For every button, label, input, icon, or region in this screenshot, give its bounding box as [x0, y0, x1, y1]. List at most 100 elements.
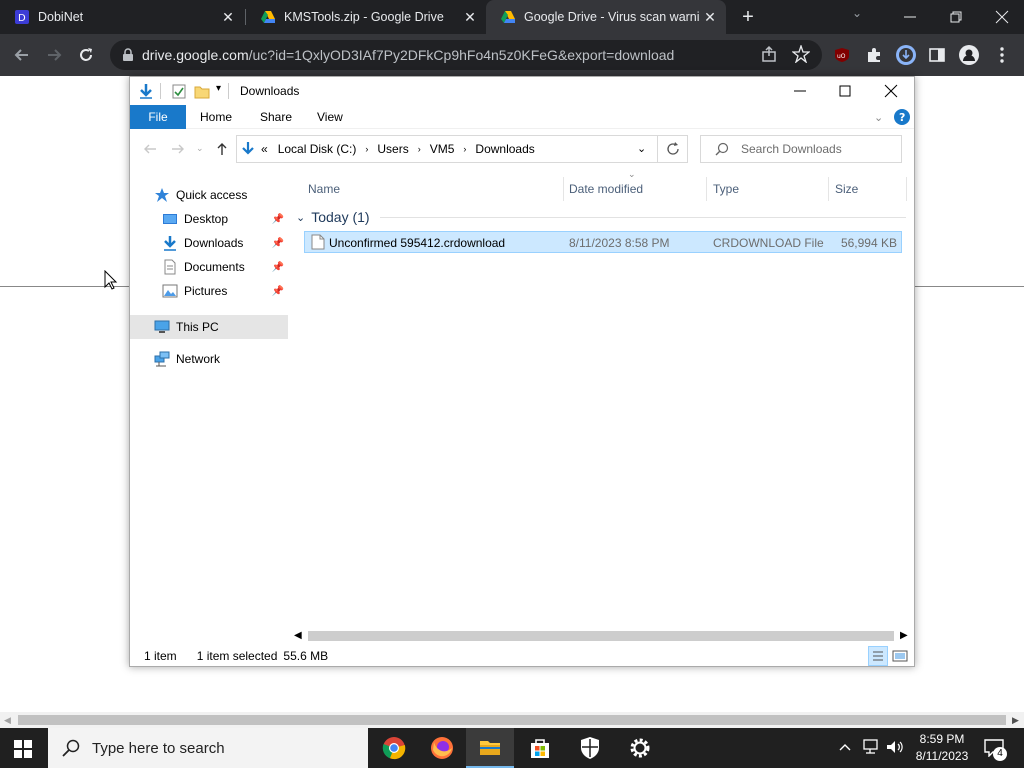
tab-share[interactable]: Share	[246, 105, 306, 129]
nav-downloads[interactable]: Downloads 📌	[130, 231, 288, 255]
scrollbar-thumb[interactable]	[18, 715, 1006, 725]
details-view-icon[interactable]	[868, 646, 888, 666]
nav-this-pc[interactable]: This PC	[130, 315, 288, 339]
windows-security-icon[interactable]	[566, 728, 614, 768]
up-arrow-icon[interactable]	[214, 141, 230, 157]
tab-file[interactable]: File	[130, 105, 186, 129]
lock-icon[interactable]	[110, 48, 142, 62]
nav-label: Network	[176, 352, 221, 366]
reload-icon[interactable]	[74, 43, 98, 67]
breadcrumb-vm5[interactable]: VM5	[430, 142, 455, 156]
scroll-left-icon[interactable]: ◀	[4, 715, 11, 726]
minimize-icon[interactable]	[788, 79, 812, 103]
breadcrumb-downloads[interactable]: Downloads	[475, 142, 534, 156]
search-box[interactable]: Search Downloads	[700, 135, 902, 163]
tab-kmstools-drive[interactable]: KMSTools.zip - Google Drive ✕	[246, 0, 486, 34]
scroll-left-icon[interactable]: ◀	[294, 630, 302, 641]
volume-icon[interactable]	[886, 739, 904, 755]
documents-icon	[162, 259, 178, 275]
firefox-icon[interactable]	[418, 728, 466, 768]
breadcrumb-users[interactable]: Users	[377, 142, 408, 156]
new-folder-icon[interactable]	[194, 83, 210, 99]
tab-view[interactable]: View	[303, 105, 357, 129]
tab-close-button[interactable]: ✕	[218, 9, 238, 26]
breadcrumb-chevron-icon[interactable]: ›	[418, 144, 421, 154]
address-bar[interactable]: drive.google.com/uc?id=1QxlyOD3IAf7Py2DF…	[110, 40, 822, 70]
scroll-right-icon[interactable]: ▶	[1012, 715, 1019, 726]
tab-close-button[interactable]: ✕	[460, 9, 480, 26]
chrome-icon[interactable]	[370, 728, 418, 768]
taskbar-search-box[interactable]: Type here to search	[48, 728, 368, 768]
new-tab-button[interactable]: +	[736, 5, 760, 29]
recent-locations-chevron-icon[interactable]: ⌄	[196, 143, 204, 154]
tab-home[interactable]: Home	[186, 105, 246, 129]
pin-icon[interactable]: 📌	[272, 238, 284, 249]
windows-start-icon[interactable]	[14, 740, 32, 758]
nav-network[interactable]: Network	[130, 347, 288, 371]
minimize-icon[interactable]	[898, 5, 922, 29]
scrollbar-thumb[interactable]	[308, 631, 894, 641]
ublock-origin-icon[interactable]: uO	[834, 47, 850, 63]
tab-search-chevron-icon[interactable]: ⌄	[852, 6, 862, 20]
horizontal-scrollbar[interactable]: ◀ ▶	[292, 628, 914, 644]
breadcrumb-local-disk[interactable]: Local Disk (C:)	[278, 142, 357, 156]
url-host: drive.google.com	[142, 47, 249, 63]
pin-icon[interactable]: 📌	[272, 262, 284, 273]
column-header-type[interactable]: Type	[707, 177, 829, 201]
breadcrumb-chevron-icon[interactable]: ›	[365, 144, 368, 154]
clock[interactable]: 8:59 PM 8/11/2023	[906, 731, 978, 765]
share-icon[interactable]	[760, 45, 778, 63]
group-header-today[interactable]: ⌄ Today (1)	[296, 207, 906, 227]
forward-arrow-icon[interactable]	[170, 141, 186, 157]
column-header-name[interactable]: Name	[302, 177, 564, 201]
extensions-puzzle-icon[interactable]	[866, 47, 882, 63]
nav-desktop[interactable]: Desktop 📌	[130, 207, 288, 231]
tab-virus-scan-warning[interactable]: Google Drive - Virus scan warning ✕	[486, 0, 726, 34]
help-icon[interactable]: ?	[894, 109, 910, 125]
svg-text:D: D	[18, 13, 26, 24]
clock-date: 8/11/2023	[915, 749, 969, 763]
pin-icon[interactable]: 📌	[272, 286, 284, 297]
group-collapse-chevron-icon[interactable]: ⌄	[296, 211, 305, 224]
file-explorer-taskbar-icon[interactable]	[466, 728, 514, 768]
settings-gear-icon[interactable]	[616, 728, 664, 768]
refresh-icon[interactable]	[665, 141, 681, 157]
kebab-menu-icon[interactable]	[994, 45, 1010, 65]
network-tray-icon[interactable]	[862, 739, 880, 755]
restore-icon[interactable]	[944, 5, 968, 29]
download-icon[interactable]	[895, 44, 917, 66]
microsoft-store-icon[interactable]	[516, 728, 564, 768]
expand-ribbon-chevron-icon[interactable]: ⌄	[874, 111, 883, 124]
address-history-chevron-icon[interactable]: ⌄	[637, 142, 646, 155]
downloads-arrow-icon	[162, 235, 178, 251]
column-header-size[interactable]: Size	[829, 177, 907, 201]
back-arrow-icon[interactable]	[142, 141, 158, 157]
pin-icon[interactable]: 📌	[272, 214, 284, 225]
properties-check-icon[interactable]	[172, 83, 186, 99]
breadcrumb-overflow[interactable]: «	[261, 142, 268, 156]
nav-documents[interactable]: Documents 📌	[130, 255, 288, 279]
forward-arrow-icon[interactable]	[42, 43, 66, 67]
tab-dobinet[interactable]: D DobiNet ✕	[0, 0, 244, 34]
nav-pictures[interactable]: Pictures 📌	[130, 279, 288, 303]
qat-dropdown-icon[interactable]: ▾	[216, 83, 221, 94]
show-hidden-icons-chevron-icon[interactable]	[838, 740, 852, 754]
breadcrumb-chevron-icon[interactable]: ›	[463, 144, 466, 154]
file-row-selected[interactable]: Unconfirmed 595412.crdownload 8/11/2023 …	[304, 231, 902, 253]
profile-avatar-icon[interactable]	[959, 45, 979, 65]
scroll-right-icon[interactable]: ▶	[900, 630, 908, 641]
column-header-date[interactable]: Date modified	[563, 177, 707, 201]
side-panel-icon[interactable]	[929, 47, 945, 63]
close-icon[interactable]	[879, 79, 903, 103]
nav-label: Desktop	[184, 212, 229, 226]
back-arrow-icon[interactable]	[10, 43, 34, 67]
breadcrumb-address-bar[interactable]: « Local Disk (C:) › Users › VM5 › Downlo…	[236, 135, 688, 163]
nav-quick-access[interactable]: Quick access	[130, 183, 288, 207]
bookmark-star-icon[interactable]	[792, 45, 810, 63]
page-horizontal-scrollbar[interactable]: ◀ ▶	[0, 712, 1024, 728]
network-icon	[154, 351, 170, 367]
tab-close-button[interactable]: ✕	[700, 9, 720, 26]
close-window-icon[interactable]	[990, 5, 1014, 29]
large-icons-view-icon[interactable]	[892, 648, 908, 664]
maximize-icon[interactable]	[833, 79, 857, 103]
